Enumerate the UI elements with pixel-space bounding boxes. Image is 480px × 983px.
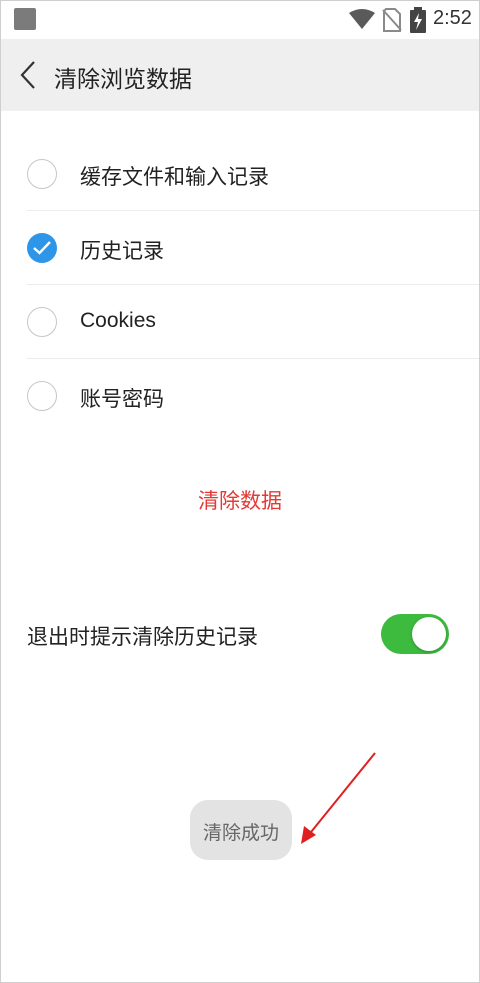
annotation-arrow bbox=[301, 752, 376, 844]
